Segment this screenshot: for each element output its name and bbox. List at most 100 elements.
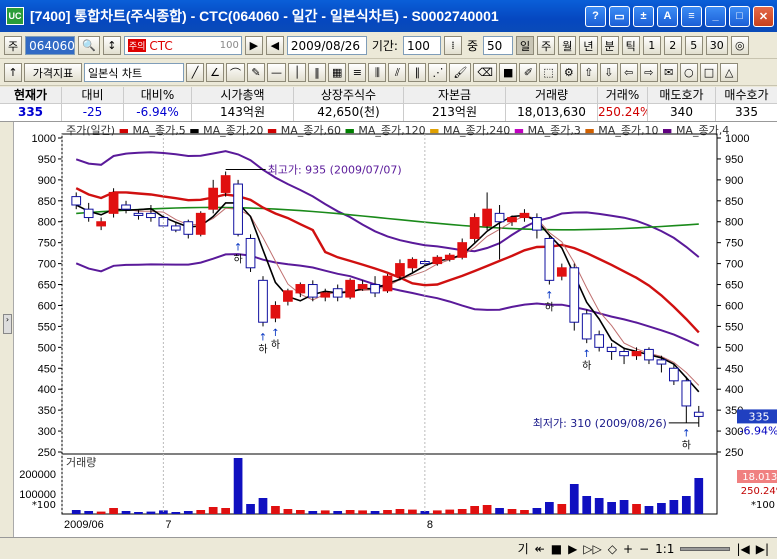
volume-bar [557,504,567,514]
period-label: 기간: [371,39,398,53]
y-tick-label: 700 [38,259,56,271]
interval-day[interactable]: 일 [516,36,535,55]
circle-icon[interactable]: ○ [679,63,698,82]
app-icon: UC [6,7,24,25]
volume-bar [520,510,529,514]
y-tick-label: 250 [38,447,56,459]
legend-swatch: ▬ [344,124,358,137]
prev-button[interactable]: ◀ [265,36,284,55]
interval-2[interactable]: 2 [663,36,682,55]
volume-bar [308,511,318,514]
quote-header: 현재가 [0,87,62,103]
right-arrow-icon[interactable]: ⇨ [639,63,658,82]
capital: 213억원 [404,104,506,121]
interval-week[interactable]: 주 [537,36,556,55]
date-field[interactable]: 2009/08/26 [286,36,367,55]
stock-code-input[interactable]: 064060 [25,36,76,55]
price-chart[interactable]: 250 250300 300350 350400 400450 450500 500550 5… [0,122,777,537]
note-icon[interactable]: ✉ [659,63,678,82]
shape-icon[interactable]: ◇ [608,542,617,556]
angle-tool-icon[interactable]: ∠ [206,63,224,82]
menu-button[interactable]: ≡ [681,5,702,27]
indicator-button[interactable]: 가격지표 [24,63,82,82]
help-button[interactable]: ? [585,5,606,27]
hline-tool-icon[interactable]: — [267,63,286,82]
zoom-in-button[interactable]: + [623,542,633,556]
fib-tool-icon[interactable]: ≡ [348,63,367,82]
edit-tool-icon[interactable]: ✐ [519,63,538,82]
close-button[interactable]: ✕ [753,5,774,27]
channel-tool-icon[interactable]: ⫽ [388,63,407,82]
rewind-icon[interactable]: ↞ [535,542,545,556]
left-arrow-icon[interactable]: ⇦ [619,63,638,82]
y-tick-label: 600 [38,300,56,312]
grid-tool-icon[interactable]: ▦ [328,63,347,82]
y-tick-label: 450 [38,363,56,375]
signal-label: 하 [545,301,554,314]
pen-tool-icon[interactable]: ✎ [247,63,265,82]
signal-label: 하 [682,439,691,452]
y-tick-label: 700 [725,259,743,271]
market-toggle[interactable]: 주 [4,36,23,55]
zoom-option-button[interactable]: ± [633,5,654,27]
legend-entry: MA_종가,20 [203,124,267,137]
volume-bar [121,511,131,514]
arc-tool-icon[interactable]: ⌒ [226,63,245,82]
legend-swatch: ▬ [514,124,528,137]
interval-tick[interactable]: 틱 [621,36,640,55]
zoom-out-button[interactable]: − [639,542,649,556]
square-icon[interactable]: □ [699,63,719,82]
volume-bar [196,510,206,514]
brush-tool-icon[interactable]: 🖌 [449,63,472,82]
interval-5[interactable]: 5 [684,36,703,55]
window-option-button[interactable]: ▭ [609,5,630,27]
grid-icon[interactable]: ⁞ [443,36,462,55]
minimize-button[interactable]: _ [705,5,726,27]
volume-bar [171,512,181,514]
search-icon[interactable]: 🔍 [78,36,100,55]
candle-body [606,346,617,353]
stop-icon[interactable]: ■ [551,542,562,556]
play-icon[interactable]: ▶ [568,542,577,556]
parallel-tool-icon[interactable]: ∥ [408,63,427,82]
high-price-label: 최고가: 935 (2009/07/07) [268,163,402,176]
line-tool-icon[interactable]: ╱ [186,63,204,82]
collapse-icon[interactable]: ↑ [4,63,22,82]
first-page-icon[interactable]: |◀ [736,542,749,556]
eraser-tool-icon[interactable]: ⌫ [473,63,497,82]
fast-forward-icon[interactable]: ▷▷ [583,542,601,556]
period-input[interactable]: 100 [402,36,441,55]
expand-handle[interactable]: › [3,314,12,334]
up-arrow-icon[interactable]: ⇧ [579,63,598,82]
settings-tool-icon[interactable]: ⚙ [559,63,578,82]
interval-year[interactable]: 년 [579,36,598,55]
overlap-input[interactable]: 50 [483,36,513,55]
y-tick-label: 950 [38,154,56,166]
y-tick-label: 400 [38,384,56,396]
down-arrow-icon[interactable]: ⇩ [599,63,618,82]
search-toolbar: 주 064060 🔍 ↕ 주의 CTC 100 ▶ ◀ 2009/08/26 기… [0,33,777,59]
candle-body [395,263,405,277]
signal-arrow: ↑ [583,349,591,360]
last-page-icon[interactable]: ▶| [756,542,769,556]
color-tool-icon[interactable]: ■ [498,63,518,82]
interval-custom[interactable]: ◎ [730,36,749,55]
sort-icon[interactable]: ↕ [102,36,121,55]
next-button[interactable]: ▶ [244,36,263,55]
chart-type-select[interactable]: 일본식 차트 [84,63,184,82]
fan-tool-icon[interactable]: ⋰ [428,63,448,82]
multiline-tool-icon[interactable]: ‖ [308,63,326,82]
interval-minute[interactable]: 분 [600,36,619,55]
interval-30[interactable]: 30 [705,36,728,55]
font-button[interactable]: A [657,5,678,27]
interval-1[interactable]: 1 [642,36,661,55]
bars-tool-icon[interactable]: ⫼ [368,63,387,82]
select-tool-icon[interactable]: ⬚ [539,63,558,82]
status-item[interactable]: 기 [518,540,529,557]
interval-month[interactable]: 월 [558,36,577,55]
maximize-button[interactable]: □ [729,5,750,27]
zoom-slider[interactable] [680,546,731,551]
chart-area[interactable]: 250 250 300 300 350 350 400 400 450 450 500 500 550 5… [0,122,777,537]
triangle-icon[interactable]: △ [720,63,739,82]
vline-tool-icon[interactable]: │ [288,63,306,82]
